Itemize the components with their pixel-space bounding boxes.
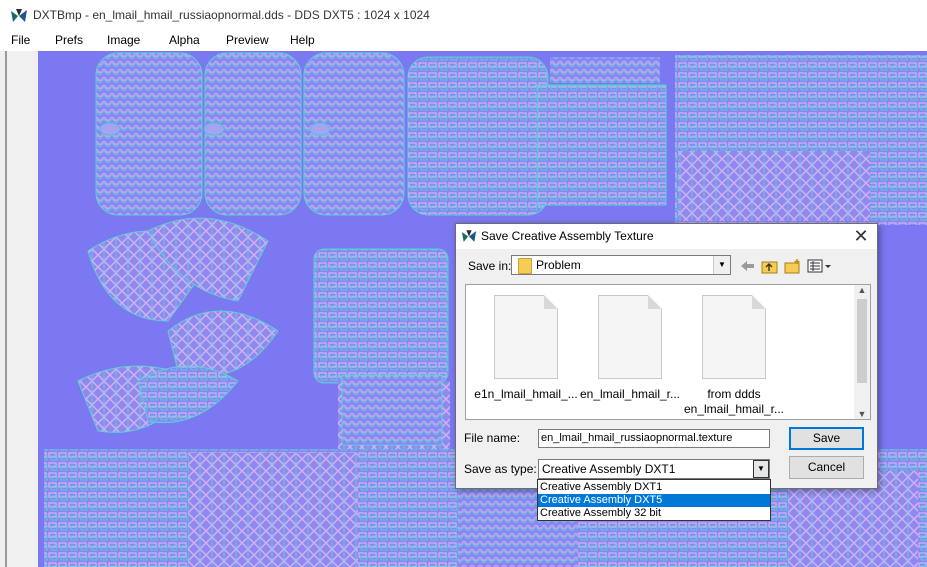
up-folder-icon[interactable] bbox=[761, 258, 779, 274]
file-item[interactable]: en_lmail_hmail_r... bbox=[578, 295, 682, 402]
save-as-type-combo[interactable]: Creative Assembly DXT1 ▼ bbox=[538, 459, 770, 479]
dialog-title-bar: Save Creative Assembly Texture ✕ bbox=[456, 224, 877, 249]
menu-prefs[interactable]: Prefs bbox=[55, 33, 83, 47]
file-name: from ddds bbox=[707, 387, 761, 401]
save-in-label: Save in: bbox=[468, 259, 512, 273]
dxtbmp-app-icon bbox=[461, 230, 477, 242]
save-in-value: Problem bbox=[536, 258, 581, 272]
file-list-scrollbar[interactable]: ▲ ▼ bbox=[854, 285, 870, 419]
menu-help[interactable]: Help bbox=[290, 33, 315, 47]
file-list[interactable]: e1n_lmail_hmail_... en_lmail_hmail_r... … bbox=[465, 284, 871, 420]
file-name-input[interactable]: en_lmail_hmail_russiaopnormal.texture bbox=[538, 429, 770, 448]
type-option-32bit[interactable]: Creative Assembly 32 bit bbox=[538, 507, 770, 520]
file-name-line2: en_lmail_hmail_r... bbox=[683, 402, 785, 416]
save-as-type-value: Creative Assembly DXT1 bbox=[542, 462, 676, 476]
menu-image[interactable]: Image bbox=[107, 33, 140, 47]
chevron-down-icon[interactable]: ▼ bbox=[753, 460, 769, 478]
file-item[interactable]: e1n_lmail_hmail_... bbox=[474, 295, 578, 402]
window-title: DXTBmp - en_lmail_hmail_russiaopnormal.d… bbox=[33, 8, 430, 22]
file-name: en_lmail_hmail_r... bbox=[579, 387, 681, 401]
save-texture-dialog: Save Creative Assembly Texture ✕ Save in… bbox=[455, 223, 878, 489]
scroll-down-icon[interactable]: ▼ bbox=[854, 409, 870, 419]
new-folder-icon[interactable] bbox=[784, 258, 802, 274]
save-in-combo[interactable]: Problem ▼ bbox=[511, 255, 731, 275]
cancel-button[interactable]: Cancel bbox=[789, 456, 864, 479]
dxtbmp-app-icon bbox=[11, 9, 27, 22]
menu-preview[interactable]: Preview bbox=[226, 33, 269, 47]
type-option-dxt5[interactable]: Creative Assembly DXT5 bbox=[538, 494, 770, 507]
file-name-label: File name: bbox=[464, 431, 521, 445]
menu-bar: File Prefs Image Alpha Preview Help bbox=[0, 31, 927, 51]
chevron-down-icon[interactable]: ▼ bbox=[713, 256, 730, 274]
menu-file[interactable]: File bbox=[11, 33, 30, 47]
document-icon bbox=[598, 295, 662, 379]
back-arrow-icon[interactable] bbox=[739, 258, 757, 274]
scrollbar-thumb[interactable] bbox=[857, 299, 867, 383]
document-icon bbox=[494, 295, 558, 379]
dialog-title: Save Creative Assembly Texture bbox=[481, 229, 654, 243]
scroll-up-icon[interactable]: ▲ bbox=[854, 285, 870, 295]
save-as-type-dropdown: Creative Assembly DXT1 Creative Assembly… bbox=[537, 479, 771, 521]
close-icon[interactable]: ✕ bbox=[851, 226, 871, 246]
type-option-dxt1[interactable]: Creative Assembly DXT1 bbox=[538, 481, 770, 494]
left-frame bbox=[0, 51, 38, 567]
title-bar: DXTBmp - en_lmail_hmail_russiaopnormal.d… bbox=[0, 0, 927, 31]
folder-icon bbox=[518, 258, 532, 274]
view-menu-icon[interactable] bbox=[807, 258, 833, 274]
menu-alpha[interactable]: Alpha bbox=[169, 33, 200, 47]
file-name: e1n_lmail_hmail_... bbox=[474, 387, 578, 401]
file-item[interactable]: from ddds en_lmail_hmail_r... bbox=[682, 295, 786, 417]
save-as-type-label: Save as type: bbox=[464, 462, 537, 476]
file-name-value: en_lmail_hmail_russiaopnormal.texture bbox=[541, 432, 733, 444]
save-button[interactable]: Save bbox=[789, 427, 864, 450]
document-icon bbox=[702, 295, 766, 379]
